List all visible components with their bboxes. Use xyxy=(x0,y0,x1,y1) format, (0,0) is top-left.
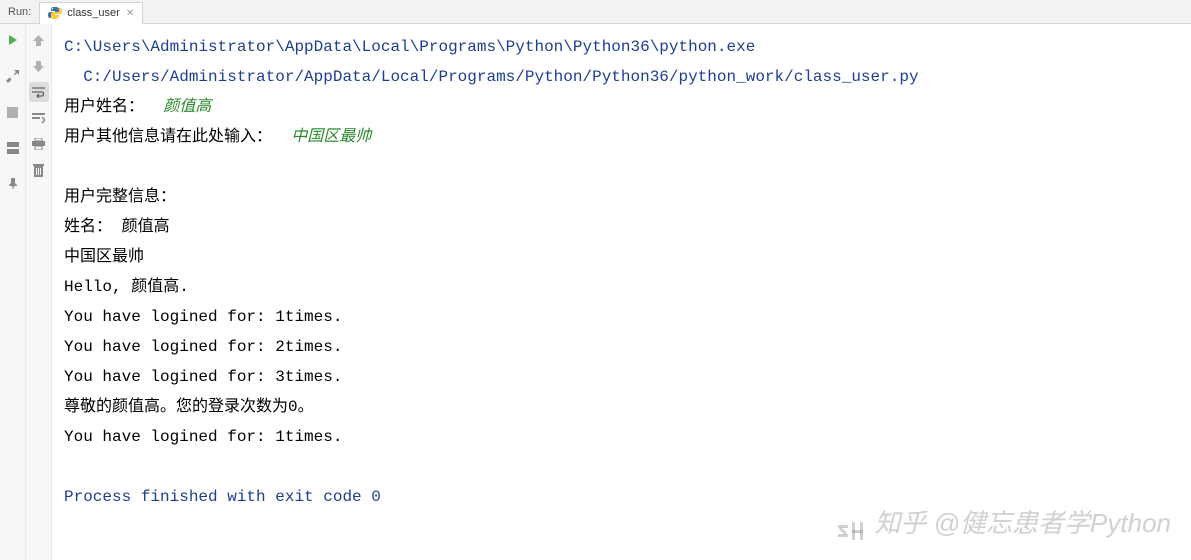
console-line: 用户其他信息请在此处输入： 中国区最帅 xyxy=(64,128,371,146)
layout-icon[interactable] xyxy=(3,138,23,158)
python-file-icon xyxy=(48,6,62,20)
left-gutter xyxy=(0,24,26,560)
wrench-icon[interactable] xyxy=(3,66,23,86)
trash-icon[interactable] xyxy=(29,160,49,180)
console-line: You have logined for: 2times. xyxy=(64,338,342,356)
console-line: You have logined for: 3times. xyxy=(64,368,342,386)
mid-gutter xyxy=(26,24,52,560)
console-line: You have logined for: 1times. xyxy=(64,308,342,326)
run-tool-header: Run: class_user ✕ xyxy=(0,0,1191,24)
down-arrow-icon[interactable] xyxy=(29,56,49,76)
console-line: C:\Users\Administrator\AppData\Local\Pro… xyxy=(64,38,755,56)
rerun-button[interactable] xyxy=(3,30,23,50)
run-label: Run: xyxy=(0,6,39,18)
console-line xyxy=(64,458,74,476)
soft-wrap-icon[interactable] xyxy=(29,82,49,102)
stop-button[interactable] xyxy=(3,102,23,122)
console-line: 用户完整信息： xyxy=(64,188,176,206)
console-line: 中国区最帅 xyxy=(64,248,144,266)
console-line xyxy=(64,158,74,176)
up-arrow-icon[interactable] xyxy=(29,30,49,50)
console-output[interactable]: C:\Users\Administrator\AppData\Local\Pro… xyxy=(52,24,1191,560)
console-line: 用户姓名： 颜值高 xyxy=(64,98,211,116)
console-line: 姓名： 颜值高 xyxy=(64,218,170,236)
tab-label: class_user xyxy=(67,7,120,19)
console-line: Hello, 颜值高. xyxy=(64,278,189,296)
print-icon[interactable] xyxy=(29,134,49,154)
console-line: Process finished with exit code 0 xyxy=(64,488,381,506)
pin-icon[interactable] xyxy=(3,174,23,194)
run-body: C:\Users\Administrator\AppData\Local\Pro… xyxy=(0,24,1191,560)
console-line: 尊敬的颜值高。您的登录次数为0。 xyxy=(64,398,314,416)
close-icon[interactable]: ✕ xyxy=(126,8,134,19)
console-line: You have logined for: 1times. xyxy=(64,428,342,446)
run-tab[interactable]: class_user ✕ xyxy=(39,2,143,24)
console-line: C:/Users/Administrator/AppData/Local/Pro… xyxy=(64,68,919,86)
scroll-icon[interactable] xyxy=(29,108,49,128)
